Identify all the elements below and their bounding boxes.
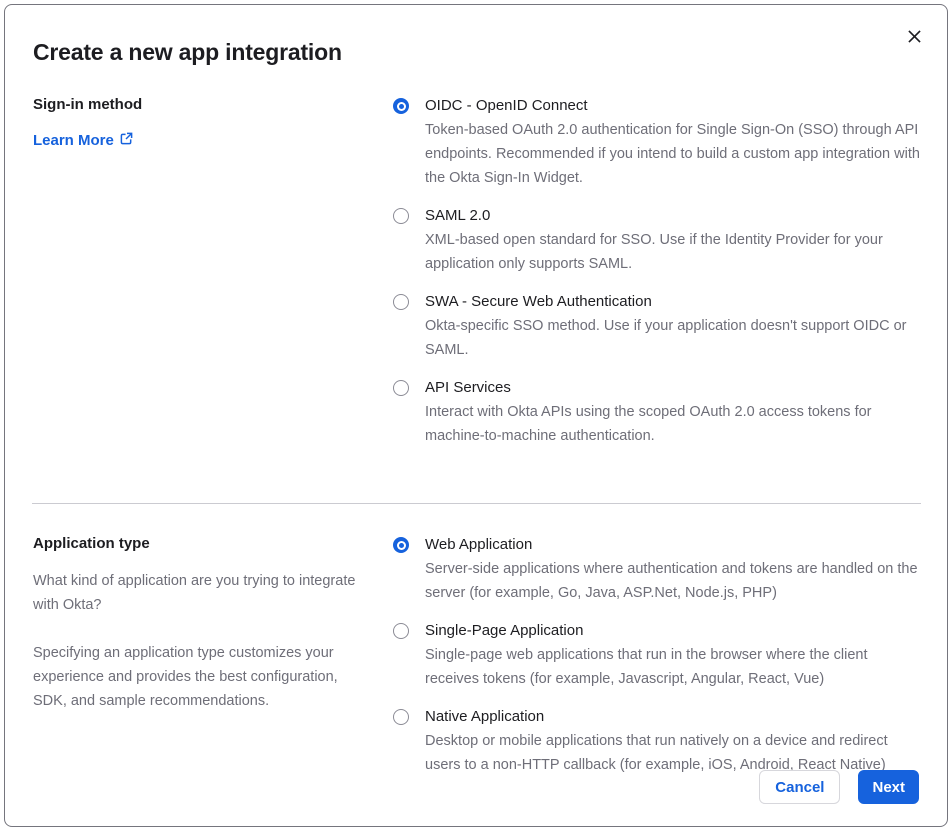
modal-title: Create a new app integration [33,39,342,65]
option-swa[interactable]: SWA - Secure Web Authentication Okta-spe… [393,290,921,362]
option-web-application-description: Server-side applications where authentic… [425,561,918,601]
cancel-button[interactable]: Cancel [759,770,841,804]
next-button[interactable]: Next [858,770,919,804]
radio-saml[interactable] [393,208,409,224]
option-native-application[interactable]: Native Application Desktop or mobile app… [393,705,921,777]
application-type-section: Application type What kind of applicatio… [33,533,921,791]
application-type-note: Specifying an application type customize… [33,645,338,709]
radio-api-services[interactable] [393,380,409,396]
option-api-services[interactable]: API Services Interact with Okta APIs usi… [393,376,921,448]
option-swa-label: SWA - Secure Web Authentication [425,293,652,310]
learn-more-label: Learn More [33,132,114,149]
option-oidc-description: Token-based OAuth 2.0 authentication for… [425,122,920,186]
option-spa-description: Single-page web applications that run in… [425,647,868,687]
option-saml[interactable]: SAML 2.0 XML-based open standard for SSO… [393,204,921,276]
radio-swa[interactable] [393,294,409,310]
section-divider [32,503,921,504]
signin-method-label: Sign-in method [33,96,143,113]
learn-more-link[interactable]: Learn More [33,132,133,149]
option-oidc[interactable]: OIDC - OpenID Connect Token-based OAuth … [393,94,921,190]
radio-spa[interactable] [393,623,409,639]
radio-native-application[interactable] [393,709,409,725]
application-type-question: What kind of application are you trying … [33,573,356,613]
create-app-integration-modal: Create a new app integration Sign-in met… [4,4,948,827]
option-spa[interactable]: Single-Page Application Single-page web … [393,619,921,691]
option-api-services-description: Interact with Okta APIs using the scoped… [425,404,872,444]
radio-oidc[interactable] [393,98,409,114]
modal-footer: Cancel Next [759,770,919,804]
application-type-label: Application type [33,535,150,552]
option-native-application-label: Native Application [425,708,545,725]
close-icon[interactable] [905,27,923,45]
option-api-services-label: API Services [425,379,511,396]
option-web-application-label: Web Application [425,536,533,553]
option-saml-label: SAML 2.0 [425,207,491,224]
option-spa-label: Single-Page Application [425,622,584,639]
option-oidc-label: OIDC - OpenID Connect [425,97,588,114]
signin-method-section: Sign-in method Learn More OIDC - OpenID … [33,94,921,462]
external-link-icon [120,132,133,149]
option-swa-description: Okta-specific SSO method. Use if your ap… [425,318,907,358]
option-saml-description: XML-based open standard for SSO. Use if … [425,232,883,272]
radio-web-application[interactable] [393,537,409,553]
option-web-application[interactable]: Web Application Server-side applications… [393,533,921,605]
